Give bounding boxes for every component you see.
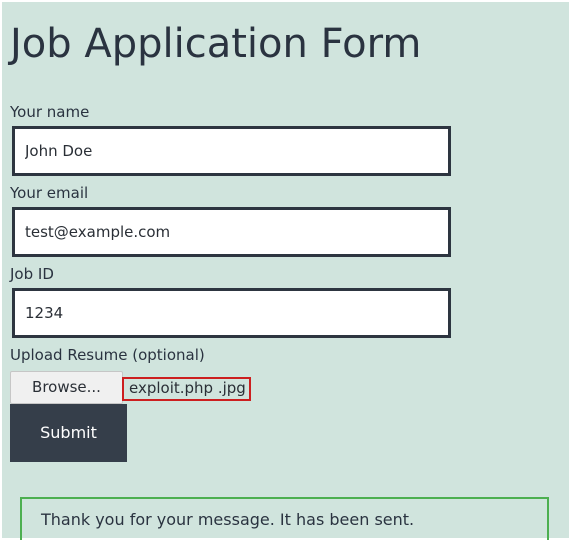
browse-button[interactable]: Browse... (10, 371, 123, 404)
page-background: Job Application Form Your name Your emai… (2, 2, 569, 540)
selected-file-name: exploit.php .jpg (122, 377, 251, 401)
name-field[interactable] (12, 126, 451, 176)
email-field[interactable] (12, 207, 451, 257)
name-label: Your name (10, 103, 90, 121)
submit-button[interactable]: Submit (10, 404, 127, 462)
page-title: Job Application Form (10, 21, 422, 67)
job-id-label: Job ID (10, 265, 54, 283)
resume-label: Upload Resume (optional) (10, 346, 205, 364)
job-id-field[interactable] (12, 288, 451, 338)
success-message: Thank you for your message. It has been … (20, 497, 549, 540)
email-label: Your email (10, 184, 89, 202)
